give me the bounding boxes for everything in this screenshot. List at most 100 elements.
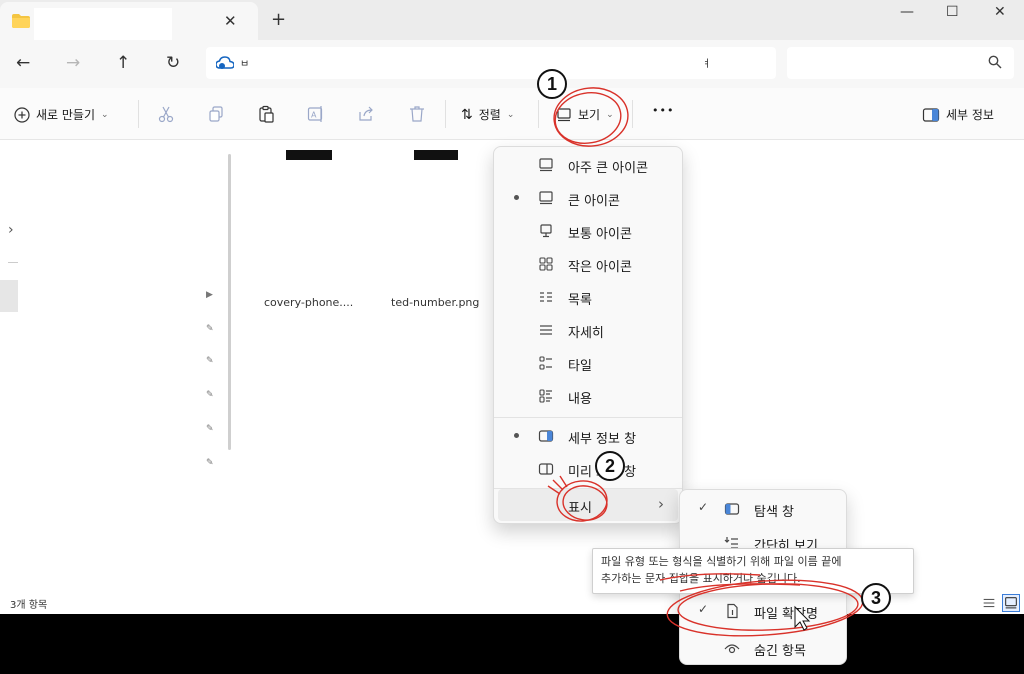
rename-icon[interactable]: A [307, 105, 325, 123]
maximize-button[interactable]: ☐ [946, 4, 959, 20]
more-options-button[interactable]: ••• [652, 104, 674, 117]
toolbar-divider [632, 100, 633, 128]
item-count: 3개 항목 [10, 600, 48, 611]
toolbar-divider [138, 100, 139, 128]
hidden-items-toggle[interactable]: 숨긴 항목 [684, 632, 842, 664]
view-toggle [980, 594, 1020, 612]
chevron-down-icon: ⌄ [101, 109, 109, 120]
view-large-icons[interactable]: 큰 아이콘 [498, 182, 678, 214]
search-input[interactable] [787, 47, 1014, 79]
new-button[interactable]: 새로 만들기 ⌄ [14, 106, 109, 123]
menu-item-label: 표시 [568, 501, 592, 516]
delete-icon[interactable] [408, 105, 426, 123]
view-content[interactable]: 내용 [498, 380, 678, 412]
menu-item-label: 아주 큰 아이콘 [568, 161, 649, 176]
pin-icon: ✎ [206, 458, 214, 468]
view-button[interactable]: 보기 ⌄ [556, 106, 614, 123]
paste-icon[interactable] [257, 105, 275, 123]
pin-icon: ✎ [206, 356, 214, 366]
toolbar-divider [445, 100, 446, 128]
details-icon [540, 325, 552, 335]
annotation-badge-1: 1 [537, 69, 567, 99]
menu-item-label: 세부 정보 창 [568, 432, 637, 447]
preview-pane-toggle[interactable]: 미리 보기 창 [498, 453, 678, 485]
monitor-icon [557, 107, 571, 121]
view-medium-icons[interactable]: 보통 아이콘 [498, 215, 678, 247]
sort-button[interactable]: ⇅ 정렬 ⌄ [461, 106, 514, 123]
chevron-right-icon[interactable]: › [8, 222, 14, 238]
details-view-icon[interactable] [980, 594, 998, 612]
menu-item-label: 내용 [568, 392, 592, 407]
annotation-badge-3: 3 [861, 583, 891, 613]
address-input[interactable]: ㅂ ㅕ [206, 47, 776, 79]
command-bar: 새로 만들기 ⌄ A ⇅ 정렬 ⌄ 보기 ⌄ ••• 세부 정보 [0, 88, 1024, 140]
chevron-down-icon: ⌄ [606, 109, 614, 120]
large-icons-view-icon[interactable] [1002, 594, 1020, 612]
details-pane-button[interactable]: 세부 정보 [922, 106, 994, 123]
nav-selected-item[interactable] [0, 280, 18, 312]
menu-item-label: 파일 확장명 [754, 607, 818, 622]
sort-icon: ⇅ [461, 106, 473, 123]
toolbar-divider [538, 100, 539, 128]
file-thumbnail[interactable] [286, 150, 332, 160]
navigation-pane-toggle[interactable]: ✓ 탐색 창 [684, 493, 842, 525]
tiles-icon [539, 356, 552, 370]
explorer-tab[interactable]: ✕ [0, 2, 258, 46]
view-small-icons[interactable]: 작은 아이콘 [498, 248, 678, 280]
tab-close-icon[interactable]: ✕ [224, 12, 237, 30]
annotation-badge-2: 2 [595, 451, 625, 481]
view-list[interactable]: 목록 [498, 281, 678, 313]
cut-icon[interactable] [157, 105, 175, 123]
share-icon[interactable] [357, 105, 375, 123]
pin-icon: ✎ [206, 390, 214, 400]
check-icon: ✓ [698, 500, 709, 514]
nav-scrollbar[interactable] [228, 154, 231, 450]
details-pane-toggle[interactable]: 세부 정보 창 [498, 420, 678, 452]
view-dropdown-menu: 아주 큰 아이콘 큰 아이콘 보통 아이콘 작은 아이콘 목록 자세히 타일 내… [493, 146, 683, 524]
menu-item-label: 보통 아이콘 [568, 227, 632, 242]
plus-circle-icon [14, 106, 30, 123]
view-details[interactable]: 자세히 [498, 314, 678, 346]
file-thumbnail[interactable] [414, 150, 458, 160]
navigation-pane: › [0, 140, 218, 592]
back-button[interactable]: ← [16, 53, 30, 73]
new-tab-button[interactable]: + [271, 9, 286, 30]
close-button[interactable]: ✕ [994, 4, 1006, 20]
black-bar [0, 614, 1024, 674]
file-name-label[interactable]: covery-phone.... [264, 296, 353, 309]
copy-icon[interactable] [207, 105, 225, 123]
details-pane-label: 세부 정보 [946, 108, 994, 122]
file-name-label[interactable]: ted-number.png [391, 296, 479, 309]
pin-icon: ✎ [206, 324, 214, 334]
menu-item-label: 작은 아이콘 [568, 260, 632, 275]
menu-divider [494, 417, 682, 418]
svg-text:A: A [311, 111, 317, 120]
up-button[interactable]: ↑ [116, 53, 130, 73]
view-tiles[interactable]: 타일 [498, 347, 678, 379]
search-icon [988, 55, 1002, 69]
preview-pane-icon [538, 463, 554, 475]
new-button-label: 새로 만들기 [36, 108, 96, 122]
file-extensions-toggle[interactable]: ✓ 파일 확장명 [684, 595, 842, 627]
forward-button[interactable]: → [66, 53, 80, 73]
eye-icon [724, 644, 740, 654]
file-icon [727, 603, 738, 619]
pane-splitter [218, 140, 236, 592]
details-pane-icon [922, 107, 940, 122]
view-extra-large-icons[interactable]: 아주 큰 아이콘 [498, 149, 678, 181]
navigation-pane-icon [724, 503, 740, 515]
list-icon [540, 292, 552, 302]
show-submenu-item[interactable]: 표시 › [498, 489, 678, 521]
selected-bullet [514, 433, 519, 438]
address-bar-row: ← → ↑ ↻ ㅂ ㅕ [0, 40, 1024, 88]
content-icon [539, 389, 552, 403]
refresh-button[interactable]: ↻ [166, 53, 180, 73]
check-icon: ✓ [698, 602, 709, 616]
minimize-button[interactable]: — [900, 4, 914, 20]
chevron-right-icon: › [658, 495, 664, 513]
address-text: ㅂ [240, 59, 250, 70]
sort-button-label: 정렬 [478, 108, 501, 122]
small-monitor-icon [540, 224, 552, 238]
menu-item-label: 목록 [568, 293, 592, 308]
details-pane-icon [538, 430, 554, 442]
